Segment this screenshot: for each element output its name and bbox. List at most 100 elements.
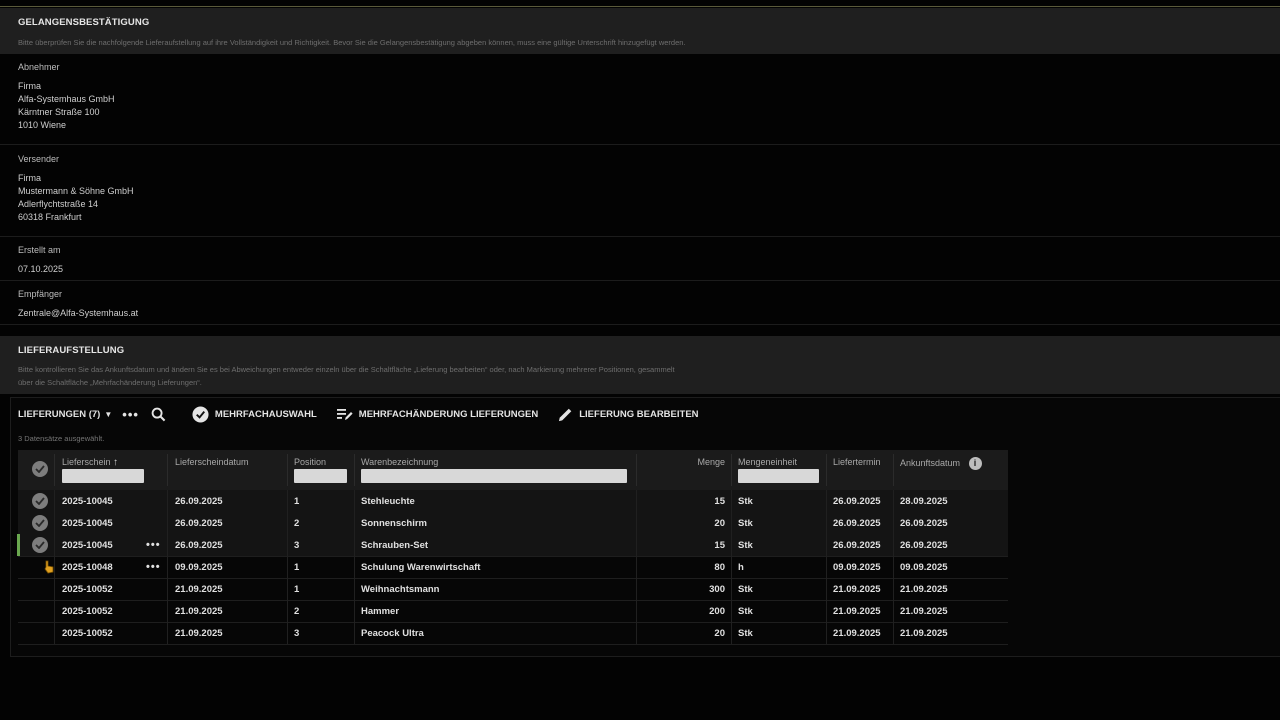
- column-divider: [731, 600, 732, 622]
- column-divider: [354, 622, 355, 644]
- cell-ankunftsdatum: 21.09.2025: [900, 628, 948, 639]
- column-divider: [167, 556, 168, 578]
- row-checkbox[interactable]: [32, 493, 48, 509]
- table-row[interactable]: 2025-10052 21.09.2025 3 Peacock Ultra 20 Stk 2…: [18, 622, 1008, 645]
- column-divider: [54, 556, 55, 578]
- column-divider: [893, 534, 894, 556]
- column-divider: [54, 534, 55, 556]
- cell-position: 2: [294, 606, 300, 617]
- select-all-checkbox[interactable]: [32, 461, 48, 477]
- column-divider: [287, 600, 288, 622]
- cell-mengeneinheit: Stk: [738, 540, 753, 551]
- lieferungen-dropdown[interactable]: LIEFERUNGEN (7) ▼: [18, 409, 112, 420]
- checkmark-icon: [35, 519, 45, 527]
- mehrfachauswahl-label: MEHRFACHAUSWAHL: [214, 408, 317, 420]
- cell-position: 3: [294, 540, 300, 551]
- cell-lieferscheindatum: 26.09.2025: [175, 518, 223, 529]
- column-header-lieferschein[interactable]: Lieferschein ↑: [62, 457, 118, 468]
- column-divider: [893, 512, 894, 534]
- column-divider: [826, 490, 827, 512]
- column-divider: [893, 490, 894, 512]
- column-divider: [893, 622, 894, 644]
- divider: [0, 144, 1280, 145]
- column-divider: [54, 600, 55, 622]
- info-icon[interactable]: i: [968, 457, 982, 470]
- cell-ankunftsdatum: 09.09.2025: [900, 562, 948, 573]
- column-label: Ankunftsdatum: [900, 457, 961, 468]
- filter-input-position[interactable]: [294, 469, 347, 483]
- search-button[interactable]: [151, 407, 172, 422]
- table-row[interactable]: 2025-10045 26.09.2025 1 Stehleuchte 15 Stk 26.…: [18, 490, 1008, 513]
- abnehmer-line: Alfa-Systemhaus GmbH: [18, 94, 115, 104]
- table-row[interactable]: 2025-10052 21.09.2025 1 Weihnachtsmann 300 St…: [18, 578, 1008, 601]
- column-divider: [826, 534, 827, 556]
- filter-input-lieferschein[interactable]: [62, 469, 144, 483]
- empfaenger-label: Empfänger: [18, 289, 63, 299]
- row-actions-icon[interactable]: •••: [146, 561, 161, 573]
- divider: [0, 280, 1280, 281]
- cell-liefertermin: 26.09.2025: [833, 496, 881, 507]
- cell-lieferschein: 2025-10045: [62, 518, 113, 529]
- column-divider: [354, 512, 355, 534]
- column-divider: [54, 512, 55, 534]
- column-header-warenbezeichnung[interactable]: Warenbezeichnung: [361, 457, 438, 467]
- column-divider: [287, 578, 288, 600]
- table-row[interactable]: 2025-10045 26.09.2025 3 Schrauben-Set 15 Stk 2…: [17, 534, 1008, 557]
- lieferungen-label: LIEFERUNGEN (7): [18, 408, 101, 420]
- column-divider: [826, 600, 827, 622]
- column-header-mengeneinheit[interactable]: Mengeneinheit: [738, 457, 797, 467]
- column-header-liefertermin[interactable]: Liefertermin: [833, 457, 881, 467]
- empfaenger-field: Empfänger Zentrale@Alfa-Systemhaus.at: [18, 289, 1280, 320]
- more-options-icon[interactable]: •••: [122, 407, 139, 422]
- column-header-lieferscheindatum[interactable]: Lieferscheindatum: [175, 457, 249, 467]
- column-divider: [287, 556, 288, 578]
- search-icon: [151, 407, 166, 421]
- cell-mengeneinheit: Stk: [738, 496, 753, 507]
- column-divider: [167, 534, 168, 556]
- abnehmer-line: Kärntner Straße 100: [18, 107, 100, 117]
- column-header-menge[interactable]: Menge: [678, 457, 725, 467]
- filter-input-mengeneinheit[interactable]: [738, 469, 819, 483]
- cell-menge: 15: [714, 540, 725, 551]
- filter-input-warenbezeichnung[interactable]: [361, 469, 627, 483]
- erstellt-field: Erstellt am 07.10.2025: [18, 245, 1280, 276]
- cell-mengeneinheit: Stk: [738, 518, 753, 529]
- row-checkbox[interactable]: [32, 515, 48, 531]
- mehrfachauswahl-button[interactable]: MEHRFACHAUSWAHL: [192, 405, 317, 423]
- cell-warenbezeichnung: Sonnenschirm: [361, 518, 427, 529]
- column-divider: [167, 490, 168, 512]
- cell-menge: 80: [714, 562, 725, 573]
- lieferung-bearbeiten-button[interactable]: LIEFERUNG BEARBEITEN: [558, 407, 699, 422]
- row-checkbox[interactable]: [32, 537, 48, 553]
- table-row[interactable]: 2025-10048 09.09.2025 1 Schulung Warenwirts…: [18, 556, 1008, 579]
- column-divider: [54, 622, 55, 644]
- table-row[interactable]: 2025-10045 26.09.2025 2 Sonnenschirm 20 Stk 26…: [18, 512, 1008, 535]
- column-label: Lieferschein: [62, 457, 111, 467]
- row-actions-icon[interactable]: •••: [146, 539, 161, 551]
- focus-row-marker: [17, 534, 20, 556]
- column-divider: [54, 490, 55, 512]
- column-divider: [731, 578, 732, 600]
- cell-mengeneinheit: h: [738, 562, 744, 573]
- column-divider: [167, 578, 168, 600]
- table-row[interactable]: 2025-10052 21.09.2025 2 Hammer 200 Stk 21.09.2…: [18, 600, 1008, 623]
- column-divider: [826, 454, 827, 486]
- column-divider: [354, 578, 355, 600]
- section-description: Bitte überprüfen Sie die nachfolgende Li…: [18, 38, 686, 47]
- divider: [0, 236, 1280, 237]
- column-header-ankunftsdatum[interactable]: Ankunftsdatum i: [900, 457, 982, 470]
- column-divider: [354, 490, 355, 512]
- section-title: GELANGENSBESTÄTIGUNG: [18, 17, 150, 28]
- abnehmer-field: Abnehmer Firma Alfa-Systemhaus GmbH Kärn…: [18, 62, 1280, 132]
- versender-label: Versender: [18, 154, 60, 164]
- chevron-down-icon: ▼: [104, 409, 113, 419]
- cell-lieferscheindatum: 26.09.2025: [175, 540, 223, 551]
- versender-line: 60318 Frankfurt: [18, 212, 82, 222]
- mehrfachaenderung-button[interactable]: MEHRFACHÄNDERUNG LIEFERUNGEN: [336, 407, 538, 421]
- column-divider: [167, 512, 168, 534]
- column-divider: [731, 490, 732, 512]
- cell-warenbezeichnung: Stehleuchte: [361, 496, 415, 507]
- grid-header: Lieferschein ↑ Lieferscheindatum Positio…: [18, 450, 1008, 490]
- column-header-position[interactable]: Position: [294, 457, 326, 467]
- column-divider: [287, 534, 288, 556]
